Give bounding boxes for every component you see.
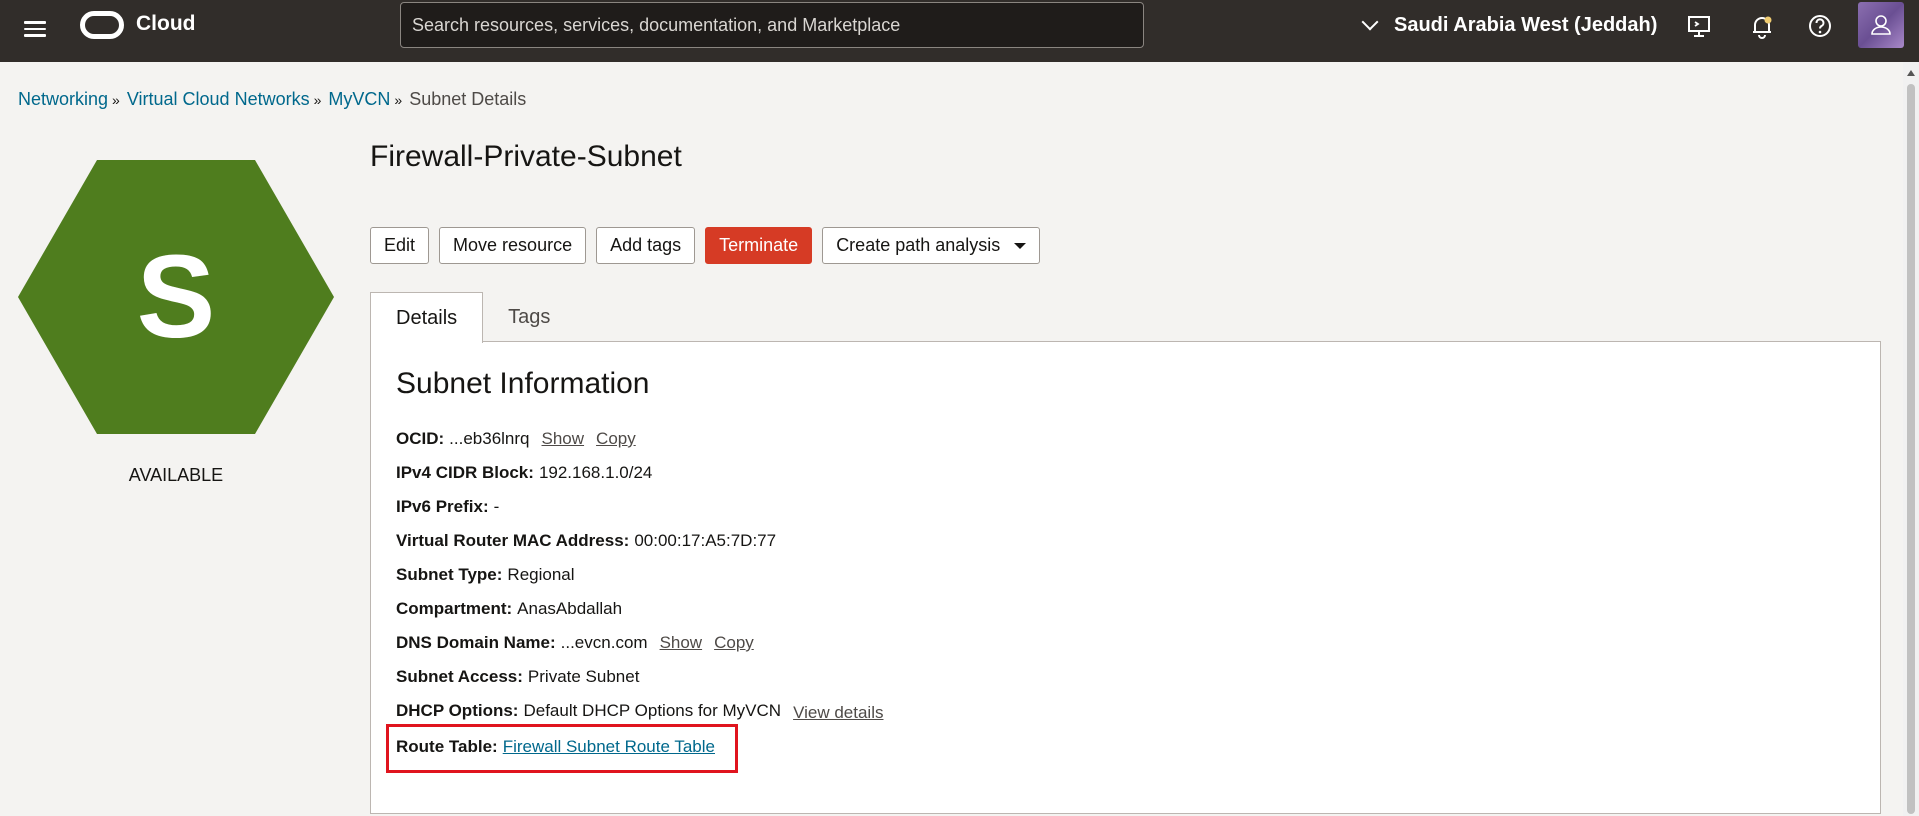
breadcrumb-separator-icon: » <box>394 91 403 108</box>
brand-label[interactable]: Cloud <box>136 12 195 36</box>
help-icon[interactable] <box>1806 12 1834 40</box>
cloud-shell-icon[interactable] <box>1685 12 1713 40</box>
top-navigation-bar: Cloud Saudi Arabia West (Jeddah) <box>0 0 1919 62</box>
subnet-hexagon-icon: S <box>18 160 334 434</box>
access-value: Private Subnet <box>527 667 640 686</box>
breadcrumb: Networking » Virtual Cloud Networks » My… <box>18 89 526 110</box>
region-label: Saudi Arabia West (Jeddah) <box>1394 13 1658 36</box>
info-row-ipv6: IPv6 Prefix: - <box>396 490 883 524</box>
create-path-analysis-button[interactable]: Create path analysis <box>822 227 1041 264</box>
page-title: Firewall-Private-Subnet <box>370 140 682 173</box>
user-avatar[interactable] <box>1858 2 1904 48</box>
info-row-cidr: IPv4 CIDR Block: 192.168.1.0/24 <box>396 456 883 490</box>
action-toolbar: Edit Move resource Add tags Terminate Cr… <box>370 227 1041 264</box>
cidr-value: 192.168.1.0/24 <box>538 463 653 482</box>
ocid-copy-link[interactable]: Copy <box>596 429 636 449</box>
dns-copy-link[interactable]: Copy <box>714 633 754 653</box>
region-selector[interactable]: Saudi Arabia West (Jeddah) <box>1360 10 1657 40</box>
compartment-label: Compartment: <box>396 599 513 618</box>
notifications-bell-icon[interactable] <box>1748 12 1776 40</box>
oracle-logo-icon[interactable] <box>80 11 124 39</box>
mac-value: 00:00:17:A5:7D:77 <box>634 531 777 550</box>
info-row-subnet-type: Subnet Type: Regional <box>396 558 883 592</box>
move-resource-button[interactable]: Move resource <box>439 227 587 264</box>
info-row-access: Subnet Access: Private Subnet <box>396 660 883 694</box>
hexagon-letter: S <box>137 231 216 363</box>
subnet-type-label: Subnet Type: <box>396 565 503 584</box>
access-label: Subnet Access: <box>396 667 523 686</box>
info-row-route-table: Route Table: Firewall Subnet Route Table <box>396 730 883 764</box>
status-label: AVAILABLE <box>128 465 224 485</box>
terminate-button[interactable]: Terminate <box>705 227 813 264</box>
scroll-up-arrow-icon[interactable] <box>1907 70 1915 76</box>
breadcrumb-networking[interactable]: Networking <box>18 89 108 110</box>
tab-details[interactable]: Details <box>370 292 484 343</box>
info-row-mac: Virtual Router MAC Address: 00:00:17:A5:… <box>396 524 883 558</box>
subnet-info-list: OCID: ...eb36lnrq Show Copy IPv4 CIDR Bl… <box>396 422 883 764</box>
cidr-label: IPv4 CIDR Block: <box>396 463 534 482</box>
ocid-value: ...eb36lnrq <box>449 429 530 448</box>
edit-button[interactable]: Edit <box>370 227 430 264</box>
details-panel: Subnet Information OCID: ...eb36lnrq Sho… <box>370 341 1881 814</box>
breadcrumb-separator-icon: » <box>112 91 120 108</box>
breadcrumb-myvcn[interactable]: MyVCN <box>328 89 390 110</box>
create-path-analysis-label: Create path analysis <box>836 235 1001 255</box>
dhcp-value: Default DHCP Options for MyVCN <box>523 701 782 720</box>
dns-label: DNS Domain Name: <box>396 633 556 652</box>
ipv6-value: - <box>493 497 500 516</box>
subnet-type-value: Regional <box>507 565 575 584</box>
breadcrumb-separator-icon: » <box>313 91 322 108</box>
info-row-ocid: OCID: ...eb36lnrq Show Copy <box>396 422 883 456</box>
ocid-label: OCID: <box>396 429 445 448</box>
dhcp-view-details-link[interactable]: View details <box>793 703 883 723</box>
user-profile-icon <box>1871 15 1891 35</box>
detail-tabs: Details Tags <box>370 292 575 343</box>
ipv6-label: IPv6 Prefix: <box>396 497 489 516</box>
mac-label: Virtual Router MAC Address: <box>396 531 630 550</box>
route-table-label: Route Table: <box>396 737 498 756</box>
breadcrumb-virtual-cloud-networks[interactable]: Virtual Cloud Networks <box>127 89 310 110</box>
add-tags-button[interactable]: Add tags <box>596 227 696 264</box>
section-heading: Subnet Information <box>396 367 650 400</box>
compartment-value: AnasAbdallah <box>517 599 623 618</box>
hamburger-menu-icon[interactable] <box>22 17 48 43</box>
dhcp-label: DHCP Options: <box>396 701 519 720</box>
ocid-show-link[interactable]: Show <box>542 429 585 449</box>
dns-show-link[interactable]: Show <box>660 633 703 653</box>
search-input[interactable] <box>400 2 1144 48</box>
caret-down-icon <box>1014 242 1027 249</box>
scrollbar-thumb[interactable] <box>1907 84 1915 814</box>
info-row-compartment: Compartment: AnasAbdallah <box>396 592 883 626</box>
breadcrumb-current: Subnet Details <box>409 89 527 109</box>
dns-value: ...evcn.com <box>560 633 648 652</box>
chevron-down-icon <box>1361 13 1379 31</box>
route-table-link[interactable]: Firewall Subnet Route Table <box>503 737 715 757</box>
page-scrollbar[interactable] <box>1903 62 1919 816</box>
info-row-dns: DNS Domain Name: ...evcn.com Show Copy <box>396 626 883 660</box>
info-row-dhcp: DHCP Options: Default DHCP Options for M… <box>396 694 883 728</box>
tab-tags[interactable]: Tags <box>483 292 575 342</box>
